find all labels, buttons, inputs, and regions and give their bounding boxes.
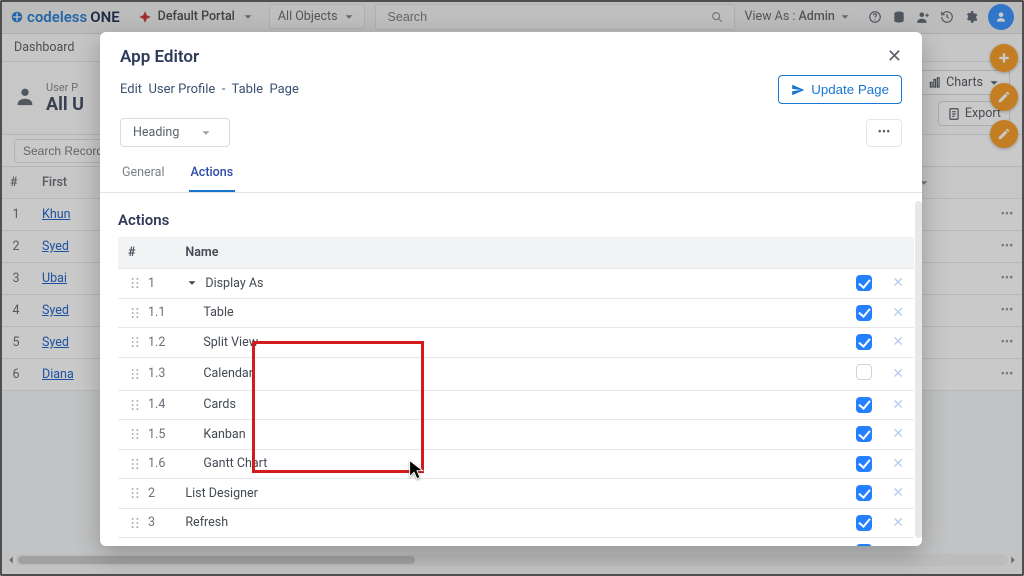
actions-table: # Name 1Display As✕1.1Table✕1.2Split Vie… [118, 237, 914, 546]
app-editor-dialog: App Editor ✕ Edit User Profile - Table P… [100, 32, 922, 546]
action-name: Display As [205, 276, 263, 291]
action-row[interactable]: 1.2Split View✕ [118, 328, 914, 358]
action-checkbox[interactable] [856, 334, 872, 350]
action-checkbox[interactable] [856, 305, 872, 321]
drag-handle-icon[interactable] [128, 545, 142, 546]
update-page-button[interactable]: Update Page [778, 75, 902, 104]
action-row[interactable]: 1Display As✕ [118, 269, 914, 299]
remove-icon[interactable]: ✕ [892, 275, 904, 291]
drag-handle-icon[interactable] [128, 427, 142, 441]
remove-icon[interactable]: ✕ [892, 305, 904, 321]
action-row[interactable]: 1.4Cards✕ [118, 390, 914, 420]
action-name: Gantt Chart [203, 456, 267, 471]
actions-col-name: Name [175, 237, 846, 269]
action-row[interactable]: 1.3Calendar✕ [118, 357, 914, 390]
dialog-title: App Editor [120, 47, 199, 67]
update-page-label: Update Page [811, 82, 889, 97]
remove-icon[interactable]: ✕ [892, 334, 904, 350]
action-name: Cards [203, 397, 236, 412]
action-checkbox[interactable] [856, 485, 872, 501]
action-checkbox[interactable] [856, 456, 872, 472]
tab-actions[interactable]: Actions [189, 157, 236, 192]
send-icon [791, 83, 805, 97]
remove-icon[interactable]: ✕ [892, 366, 904, 382]
action-row[interactable]: 4Charts✕ [118, 538, 914, 547]
action-checkbox[interactable] [856, 275, 872, 291]
drag-handle-icon[interactable] [128, 367, 142, 381]
remove-icon[interactable]: ✕ [892, 456, 904, 472]
tab-general[interactable]: General [120, 157, 167, 192]
close-icon[interactable]: ✕ [887, 46, 902, 67]
drag-handle-icon[interactable] [128, 486, 142, 500]
action-checkbox[interactable] [856, 544, 872, 546]
remove-icon[interactable]: ✕ [892, 426, 904, 442]
drag-handle-icon[interactable] [128, 335, 142, 349]
action-checkbox[interactable] [856, 515, 872, 531]
action-name: Table [203, 305, 233, 320]
action-name: Charts [205, 545, 242, 546]
section-select[interactable]: Heading [120, 118, 230, 147]
action-name: Refresh [185, 515, 228, 530]
action-checkbox[interactable] [856, 364, 872, 380]
action-row[interactable]: 3Refresh✕ [118, 508, 914, 538]
remove-icon[interactable]: ✕ [892, 515, 904, 531]
action-row[interactable]: 1.6Gantt Chart✕ [118, 449, 914, 479]
drag-handle-icon[interactable] [128, 276, 142, 290]
drag-handle-icon[interactable] [128, 306, 142, 320]
remove-icon[interactable]: ✕ [892, 397, 904, 413]
more-menu[interactable]: ••• [866, 119, 902, 147]
action-row[interactable]: 1.1Table✕ [118, 298, 914, 328]
dialog-tabs: General Actions [100, 157, 922, 193]
action-checkbox[interactable] [856, 426, 872, 442]
action-checkbox[interactable] [856, 397, 872, 413]
action-name: Calendar [203, 366, 253, 381]
remove-icon[interactable]: ✕ [892, 544, 904, 546]
dialog-breadcrumb: Edit User Profile - Table Page [120, 82, 299, 97]
action-row[interactable]: 2List Designer✕ [118, 479, 914, 509]
disclosure-icon[interactable] [185, 545, 199, 546]
remove-icon[interactable]: ✕ [892, 485, 904, 501]
action-name: Kanban [203, 427, 245, 442]
disclosure-icon[interactable] [185, 276, 199, 290]
action-name: List Designer [185, 486, 258, 501]
actions-col-num: # [118, 237, 175, 269]
chevron-down-icon [199, 125, 213, 140]
drag-handle-icon[interactable] [128, 398, 142, 412]
section-select-value: Heading [133, 125, 179, 140]
action-name: Split View [203, 335, 258, 350]
drag-handle-icon[interactable] [128, 457, 142, 471]
action-row[interactable]: 1.5Kanban✕ [118, 420, 914, 450]
drag-handle-icon[interactable] [128, 516, 142, 530]
actions-heading: Actions [118, 211, 914, 229]
